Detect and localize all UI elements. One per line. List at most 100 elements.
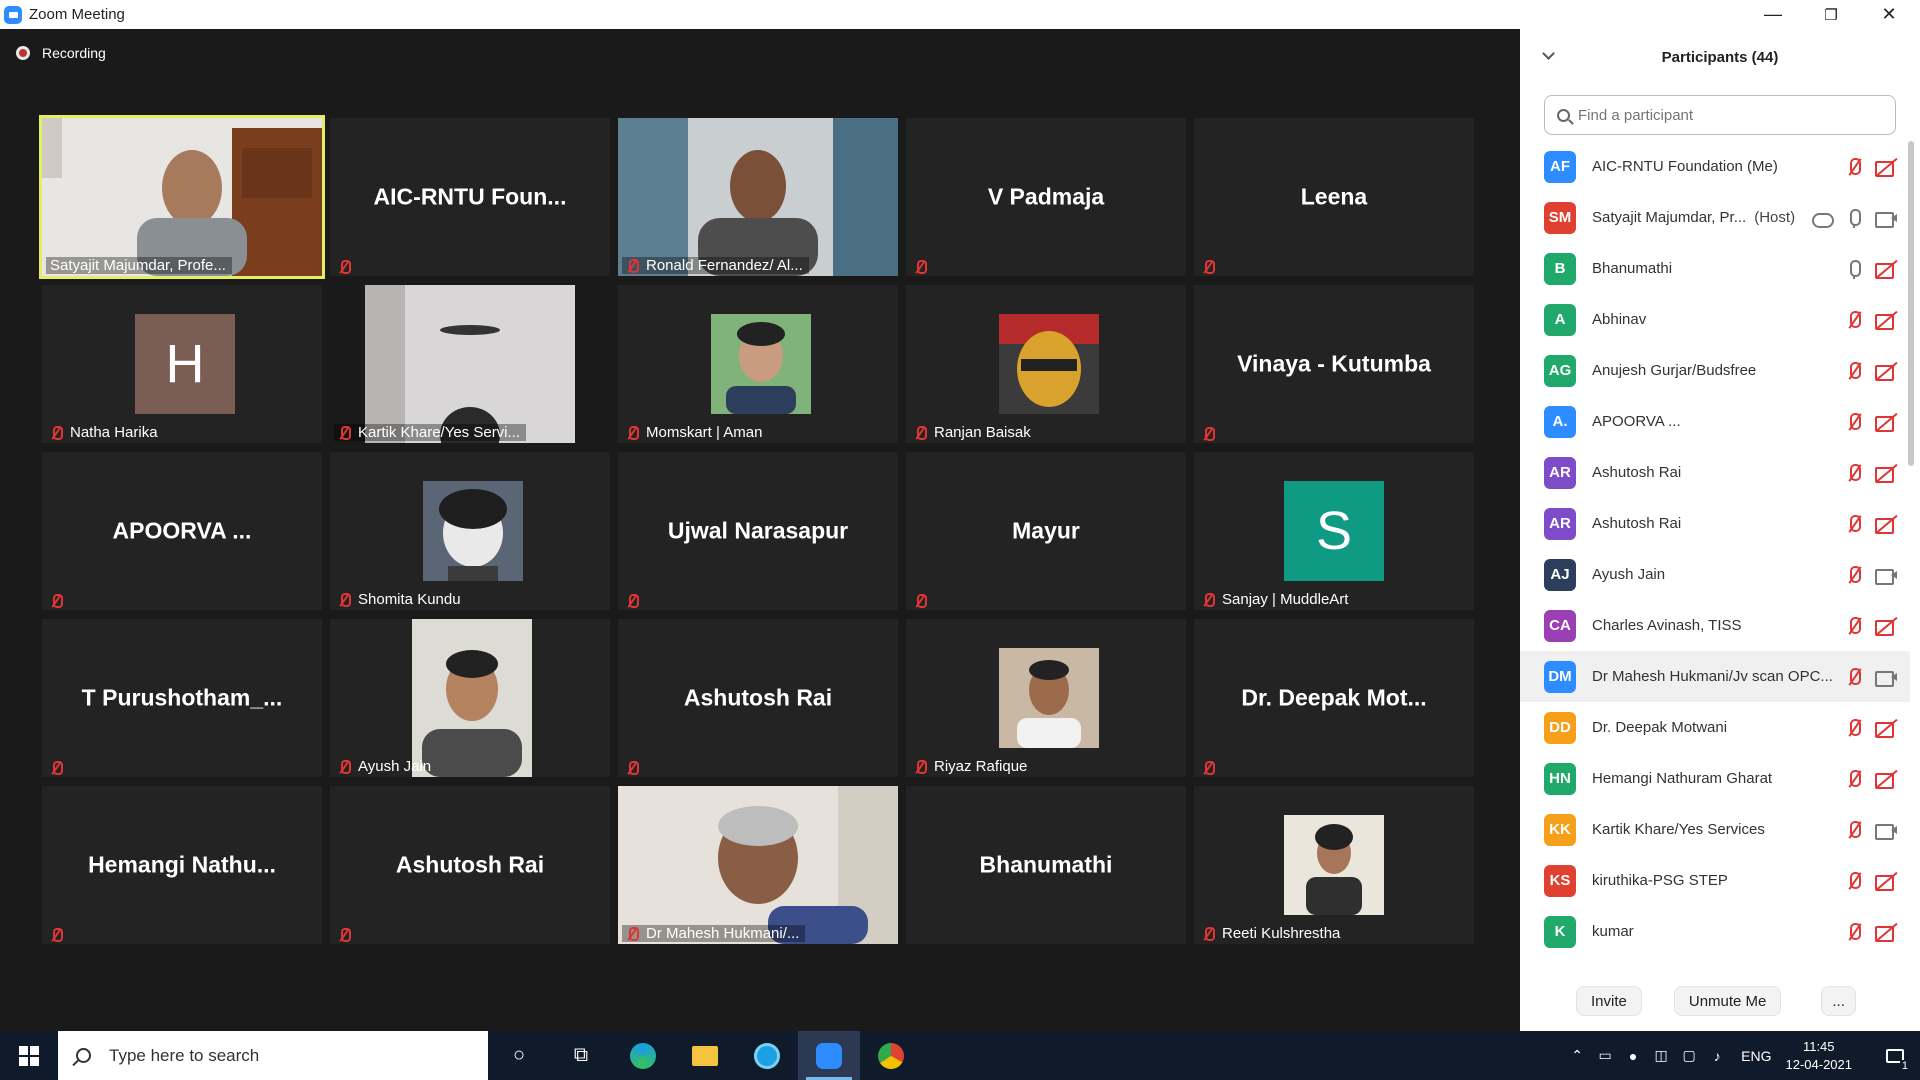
microphone-muted-icon[interactable] [1842, 155, 1866, 179]
video-camera-icon[interactable] [1874, 206, 1898, 230]
microphone-icon[interactable] [1842, 206, 1866, 230]
video-tile[interactable]: APOORVA ... [42, 452, 322, 610]
video-camera-off-icon[interactable] [1874, 410, 1898, 434]
video-camera-off-icon[interactable] [1874, 257, 1898, 281]
video-camera-off-icon[interactable] [1874, 920, 1898, 944]
participant-row[interactable]: CA Charles Avinash, TISS [1520, 600, 1910, 651]
video-tile[interactable]: Kartik Khare/Yes Servi... [330, 285, 610, 443]
video-tile[interactable]: V Padmaja [906, 118, 1186, 276]
edge-browser-icon[interactable] [612, 1031, 674, 1080]
video-camera-off-icon[interactable] [1874, 614, 1898, 638]
participant-row[interactable]: AR Ashutosh Rai [1520, 447, 1910, 498]
video-camera-icon[interactable] [1874, 665, 1898, 689]
participant-row[interactable]: KS kiruthika-PSG STEP [1520, 855, 1910, 906]
participant-row[interactable]: AG Anujesh Gurjar/Budsfree [1520, 345, 1910, 396]
video-camera-icon[interactable] [1874, 563, 1898, 587]
microphone-muted-icon[interactable] [1842, 920, 1866, 944]
microphone-muted-icon[interactable] [1842, 614, 1866, 638]
microphone-muted-icon[interactable] [1842, 359, 1866, 383]
microphone-icon[interactable]: ● [1619, 1048, 1647, 1064]
microphone-muted-icon[interactable] [1842, 716, 1866, 740]
participant-row[interactable]: DM Dr Mahesh Hukmani/Jv scan OPC... [1520, 651, 1910, 702]
participant-row[interactable]: DD Dr. Deepak Motwani [1520, 702, 1910, 753]
network-icon[interactable]: ▢ [1675, 1047, 1703, 1064]
video-tile[interactable]: Ronald Fernandez/ Al... [618, 118, 898, 276]
microphone-icon[interactable] [1842, 257, 1866, 281]
notification-center-button[interactable]: 1 [1870, 1031, 1920, 1080]
video-tile[interactable]: Leena [1194, 118, 1474, 276]
chrome-icon[interactable] [860, 1031, 922, 1080]
minimize-button[interactable]: — [1744, 0, 1802, 29]
participant-row[interactable]: B Bhanumathi [1520, 243, 1910, 294]
video-tile[interactable]: H Natha Harika [42, 285, 322, 443]
video-tile[interactable]: Ashutosh Rai [618, 619, 898, 777]
chevron-down-icon[interactable] [1542, 47, 1555, 60]
task-view-icon[interactable]: ⧉ [550, 1031, 612, 1080]
video-tile[interactable]: Reeti Kulshrestha [1194, 786, 1474, 944]
video-tile[interactable]: AIC-RNTU Foun... [330, 118, 610, 276]
participant-row[interactable]: KK Kartik Khare/Yes Services [1520, 804, 1910, 855]
language-indicator[interactable]: ENG [1741, 1048, 1771, 1064]
participant-row[interactable]: AJ Ayush Jain [1520, 549, 1910, 600]
video-camera-off-icon[interactable] [1874, 308, 1898, 332]
video-camera-off-icon[interactable] [1874, 359, 1898, 383]
participant-row[interactable]: A. APOORVA ... [1520, 396, 1910, 447]
video-camera-off-icon[interactable] [1874, 512, 1898, 536]
video-tile[interactable]: Ujwal Narasapur [618, 452, 898, 610]
video-camera-icon[interactable] [1874, 818, 1898, 842]
video-tile[interactable]: Mayur [906, 452, 1186, 610]
video-tile[interactable]: Ranjan Baisak [906, 285, 1186, 443]
video-camera-off-icon[interactable] [1874, 767, 1898, 791]
search-input[interactable] [1578, 106, 1878, 124]
participant-row[interactable]: AR Ashutosh Rai [1520, 498, 1910, 549]
video-tile[interactable]: Dr. Deepak Mot... [1194, 619, 1474, 777]
microphone-muted-icon[interactable] [1842, 308, 1866, 332]
microphone-muted-icon[interactable] [1842, 665, 1866, 689]
video-tile[interactable]: Ayush Jain [330, 619, 610, 777]
video-tile[interactable]: Shomita Kundu [330, 452, 610, 610]
video-camera-off-icon[interactable] [1874, 461, 1898, 485]
invite-button[interactable]: Invite [1576, 986, 1642, 1016]
participant-search[interactable] [1544, 95, 1896, 135]
video-tile[interactable]: Satyajit Majumdar, Profe... [39, 115, 325, 279]
unmute-me-button[interactable]: Unmute Me [1673, 986, 1782, 1016]
microphone-muted-icon[interactable] [1842, 512, 1866, 536]
video-camera-off-icon[interactable] [1874, 155, 1898, 179]
participant-row[interactable]: Kkumar [1520, 906, 1910, 957]
video-tile[interactable]: Riyaz Rafique [906, 619, 1186, 777]
file-explorer-icon[interactable] [674, 1031, 736, 1080]
taskbar-search[interactable]: Type here to search [58, 1031, 488, 1080]
clock[interactable]: 11:45 12-04-2021 [1786, 1038, 1853, 1074]
video-camera-off-icon[interactable] [1874, 869, 1898, 893]
participant-row[interactable]: A Abhinav [1520, 294, 1910, 345]
battery-icon[interactable]: ▭ [1591, 1047, 1619, 1064]
restore-button[interactable]: ❐ [1802, 0, 1860, 29]
chevron-up-icon[interactable]: ⌃ [1563, 1047, 1591, 1064]
participant-row[interactable]: SM Satyajit Majumdar, Pr... (Host) [1520, 192, 1910, 243]
cortana-icon[interactable]: ○ [488, 1031, 550, 1080]
participant-row[interactable]: HN Hemangi Nathuram Gharat [1520, 753, 1910, 804]
scrollbar[interactable] [1908, 141, 1914, 466]
volume-icon[interactable]: ♪ [1703, 1048, 1731, 1064]
video-tile[interactable]: Bhanumathi [906, 786, 1186, 944]
start-button[interactable] [0, 1031, 58, 1080]
display-icon[interactable]: ◫ [1647, 1047, 1675, 1064]
close-button[interactable]: ✕ [1860, 0, 1918, 29]
more-options-button[interactable]: ... [1821, 986, 1856, 1016]
video-tile[interactable]: S Sanjay | MuddleArt [1194, 452, 1474, 610]
video-tile[interactable]: Vinaya - Kutumba [1194, 285, 1474, 443]
microphone-muted-icon[interactable] [1842, 818, 1866, 842]
microphone-muted-icon[interactable] [1842, 869, 1866, 893]
microphone-muted-icon[interactable] [1842, 563, 1866, 587]
video-tile[interactable]: T Purushotham_... [42, 619, 322, 777]
microphone-muted-icon[interactable] [1842, 461, 1866, 485]
microphone-muted-icon[interactable] [1842, 410, 1866, 434]
microphone-muted-icon[interactable] [1842, 767, 1866, 791]
zoom-taskbar-icon[interactable] [798, 1031, 860, 1080]
video-tile[interactable]: Ashutosh Rai [330, 786, 610, 944]
video-camera-off-icon[interactable] [1874, 716, 1898, 740]
participant-row[interactable]: AF AIC-RNTU Foundation (Me) [1520, 141, 1910, 192]
app-circle-icon[interactable] [736, 1031, 798, 1080]
video-tile[interactable]: Hemangi Nathu... [42, 786, 322, 944]
video-tile[interactable]: Dr Mahesh Hukmani/... [618, 786, 898, 944]
